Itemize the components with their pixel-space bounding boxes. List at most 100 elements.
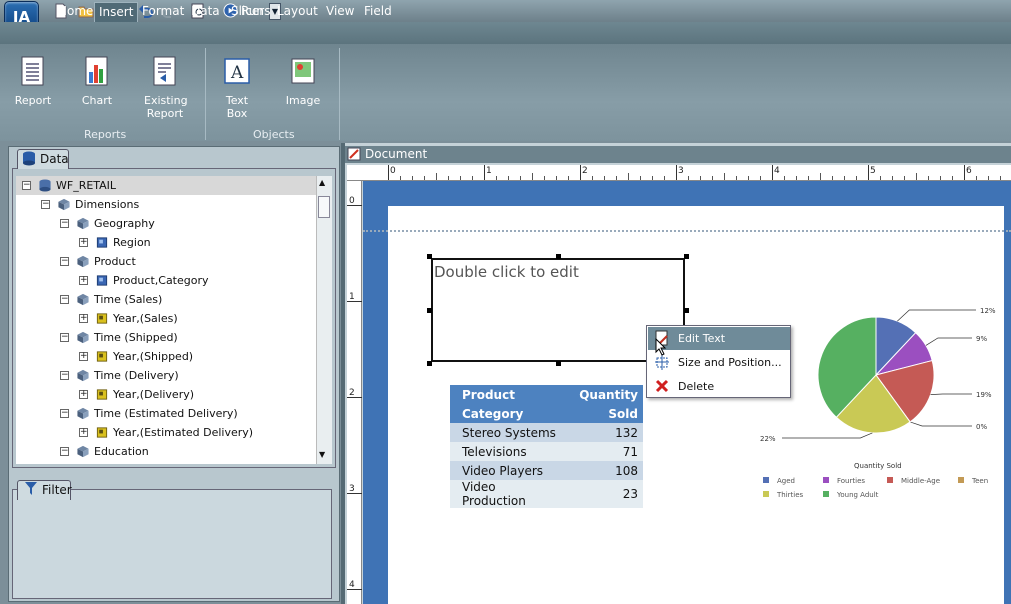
expand-toggle-icon[interactable]: + — [79, 238, 88, 247]
collapse-toggle-icon[interactable]: − — [60, 295, 69, 304]
tree-item[interactable]: + Product,Category — [16, 271, 316, 290]
expand-toggle-icon[interactable]: + — [79, 276, 88, 285]
tree-item[interactable]: − Time (Sales) — [16, 290, 316, 309]
ruler-minor-tick — [628, 173, 629, 180]
tab-insert[interactable]: Insert — [94, 2, 139, 22]
ruler-tick — [772, 165, 773, 180]
size-position-icon — [655, 355, 669, 370]
tree-item[interactable]: + Region — [16, 233, 316, 252]
qty-cell: 71 — [622, 444, 638, 459]
tree-item[interactable]: + Year,(Delivery) — [16, 385, 316, 404]
ruler-minor-tick — [724, 173, 725, 180]
category-cell: Televisions — [462, 444, 527, 459]
tab-home[interactable]: Home — [58, 0, 93, 22]
ruler-minor-tick — [412, 176, 413, 180]
report-table[interactable]: Product Quantity Category Sold Stereo Sy… — [450, 385, 643, 508]
collapse-toggle-icon[interactable]: − — [60, 257, 69, 266]
insert-image-button[interactable]: Image — [284, 56, 322, 107]
scroll-thumb[interactable] — [318, 196, 330, 218]
qty-cell: 132 — [615, 425, 638, 440]
header-quantity[interactable]: Quantity — [567, 385, 643, 404]
expand-toggle-icon[interactable]: + — [79, 390, 88, 399]
ruler-minor-tick — [916, 173, 917, 180]
pie-data-label: 19% — [976, 391, 992, 399]
ruler-minor-tick — [592, 176, 593, 180]
insert-text-box-button[interactable]: A Text Box — [218, 56, 256, 120]
tree-item[interactable]: + Year,(Estimated Delivery) — [16, 423, 316, 442]
ruler-minor-tick — [1000, 176, 1001, 180]
ruler-tick — [868, 165, 869, 180]
expand-toggle-icon[interactable]: + — [79, 352, 88, 361]
header-product[interactable]: Product — [450, 385, 568, 404]
expand-toggle-icon[interactable]: + — [79, 314, 88, 323]
tree-item[interactable]: − Time (Estimated Delivery) — [16, 404, 316, 423]
resize-handle[interactable] — [427, 308, 432, 313]
menu-item-size-position[interactable]: Size and Position... — [648, 351, 790, 374]
scroll-up-arrow[interactable]: ▲ — [319, 178, 325, 187]
tree-scrollbar[interactable]: ▲ ▼ — [316, 176, 332, 464]
collapse-toggle-icon[interactable]: − — [60, 447, 69, 456]
header-sold[interactable]: Sold — [567, 404, 643, 423]
ruler-number: 2 — [582, 166, 588, 176]
pie-chart[interactable]: 12% 9% 19% 0% 22% Quantity Sold Aged Fourties Mi… — [760, 305, 1010, 505]
tree-item-label: Product,Category — [113, 274, 209, 287]
insert-chart-button[interactable]: Chart — [78, 56, 116, 107]
pie-leader-line — [909, 421, 972, 427]
pie-leader-line — [925, 337, 972, 346]
ruler-tick — [347, 493, 362, 494]
collapse-toggle-icon[interactable]: − — [60, 333, 69, 342]
tab-format[interactable]: Format — [142, 0, 184, 22]
tree-item[interactable]: − Geography — [16, 214, 316, 233]
tree-item[interactable]: − Time (Shipped) — [16, 328, 316, 347]
resize-handle[interactable] — [684, 308, 689, 313]
category-cell: Video Production — [462, 480, 526, 508]
ruler-minor-tick — [604, 176, 605, 180]
tree-item[interactable]: − Time (Delivery) — [16, 366, 316, 385]
ruler-tick — [347, 205, 362, 206]
tree-item[interactable]: + Year,(Sales) — [16, 309, 316, 328]
collapse-toggle-icon[interactable]: − — [22, 181, 31, 190]
menu-item-edit-text[interactable]: Edit Text — [648, 327, 790, 350]
resize-handle[interactable] — [556, 361, 561, 366]
scroll-down-arrow[interactable]: ▼ — [319, 450, 325, 459]
tree-item-label: Year,(Sales) — [113, 312, 178, 325]
resize-handle[interactable] — [556, 254, 561, 259]
pie-data-label: 12% — [980, 307, 996, 315]
tree-item[interactable]: − WF_RETAIL — [16, 176, 316, 195]
insert-existing-report-button[interactable]: Existing Report — [138, 56, 192, 120]
ruler-minor-tick — [568, 176, 569, 180]
ruler-tick — [347, 397, 362, 398]
collapse-toggle-icon[interactable]: − — [60, 219, 69, 228]
tree-item[interactable]: + Year,(Shipped) — [16, 347, 316, 366]
tree-item[interactable]: − Dimensions — [16, 195, 316, 214]
expand-toggle-icon[interactable]: + — [79, 428, 88, 437]
collapse-toggle-icon[interactable]: − — [41, 200, 50, 209]
insert-report-button[interactable]: Report — [12, 56, 54, 107]
ruler-minor-tick — [688, 176, 689, 180]
tab-data[interactable]: Data — [191, 0, 220, 22]
category-cell: Stereo Systems — [462, 425, 556, 440]
svg-text:A: A — [230, 63, 244, 83]
database-icon — [39, 179, 51, 192]
tab-view[interactable]: View — [326, 0, 354, 22]
tree-item[interactable]: − Education — [16, 442, 316, 461]
menu-item-delete[interactable]: Delete — [648, 375, 790, 398]
tree-item-label: Education — [94, 445, 149, 458]
resize-handle[interactable] — [427, 361, 432, 366]
ribbon-group-divider — [205, 48, 206, 140]
header-category[interactable]: Category — [450, 404, 568, 423]
legend-label: Thirties — [776, 491, 804, 499]
tree-item[interactable]: − Product — [16, 252, 316, 271]
ruler-minor-tick — [652, 176, 653, 180]
tab-layout[interactable]: Layout — [277, 0, 318, 22]
resize-handle[interactable] — [427, 254, 432, 259]
collapse-toggle-icon[interactable]: − — [60, 371, 69, 380]
ruler-minor-tick — [556, 176, 557, 180]
tab-field[interactable]: Field — [364, 0, 392, 22]
ruler-number: 1 — [486, 166, 492, 176]
resize-handle[interactable] — [684, 254, 689, 259]
table-row: Televisions 71 — [450, 442, 643, 461]
collapse-toggle-icon[interactable]: − — [60, 409, 69, 418]
ruler-minor-tick — [856, 176, 857, 180]
tab-slicers[interactable]: Slicers — [231, 0, 270, 22]
